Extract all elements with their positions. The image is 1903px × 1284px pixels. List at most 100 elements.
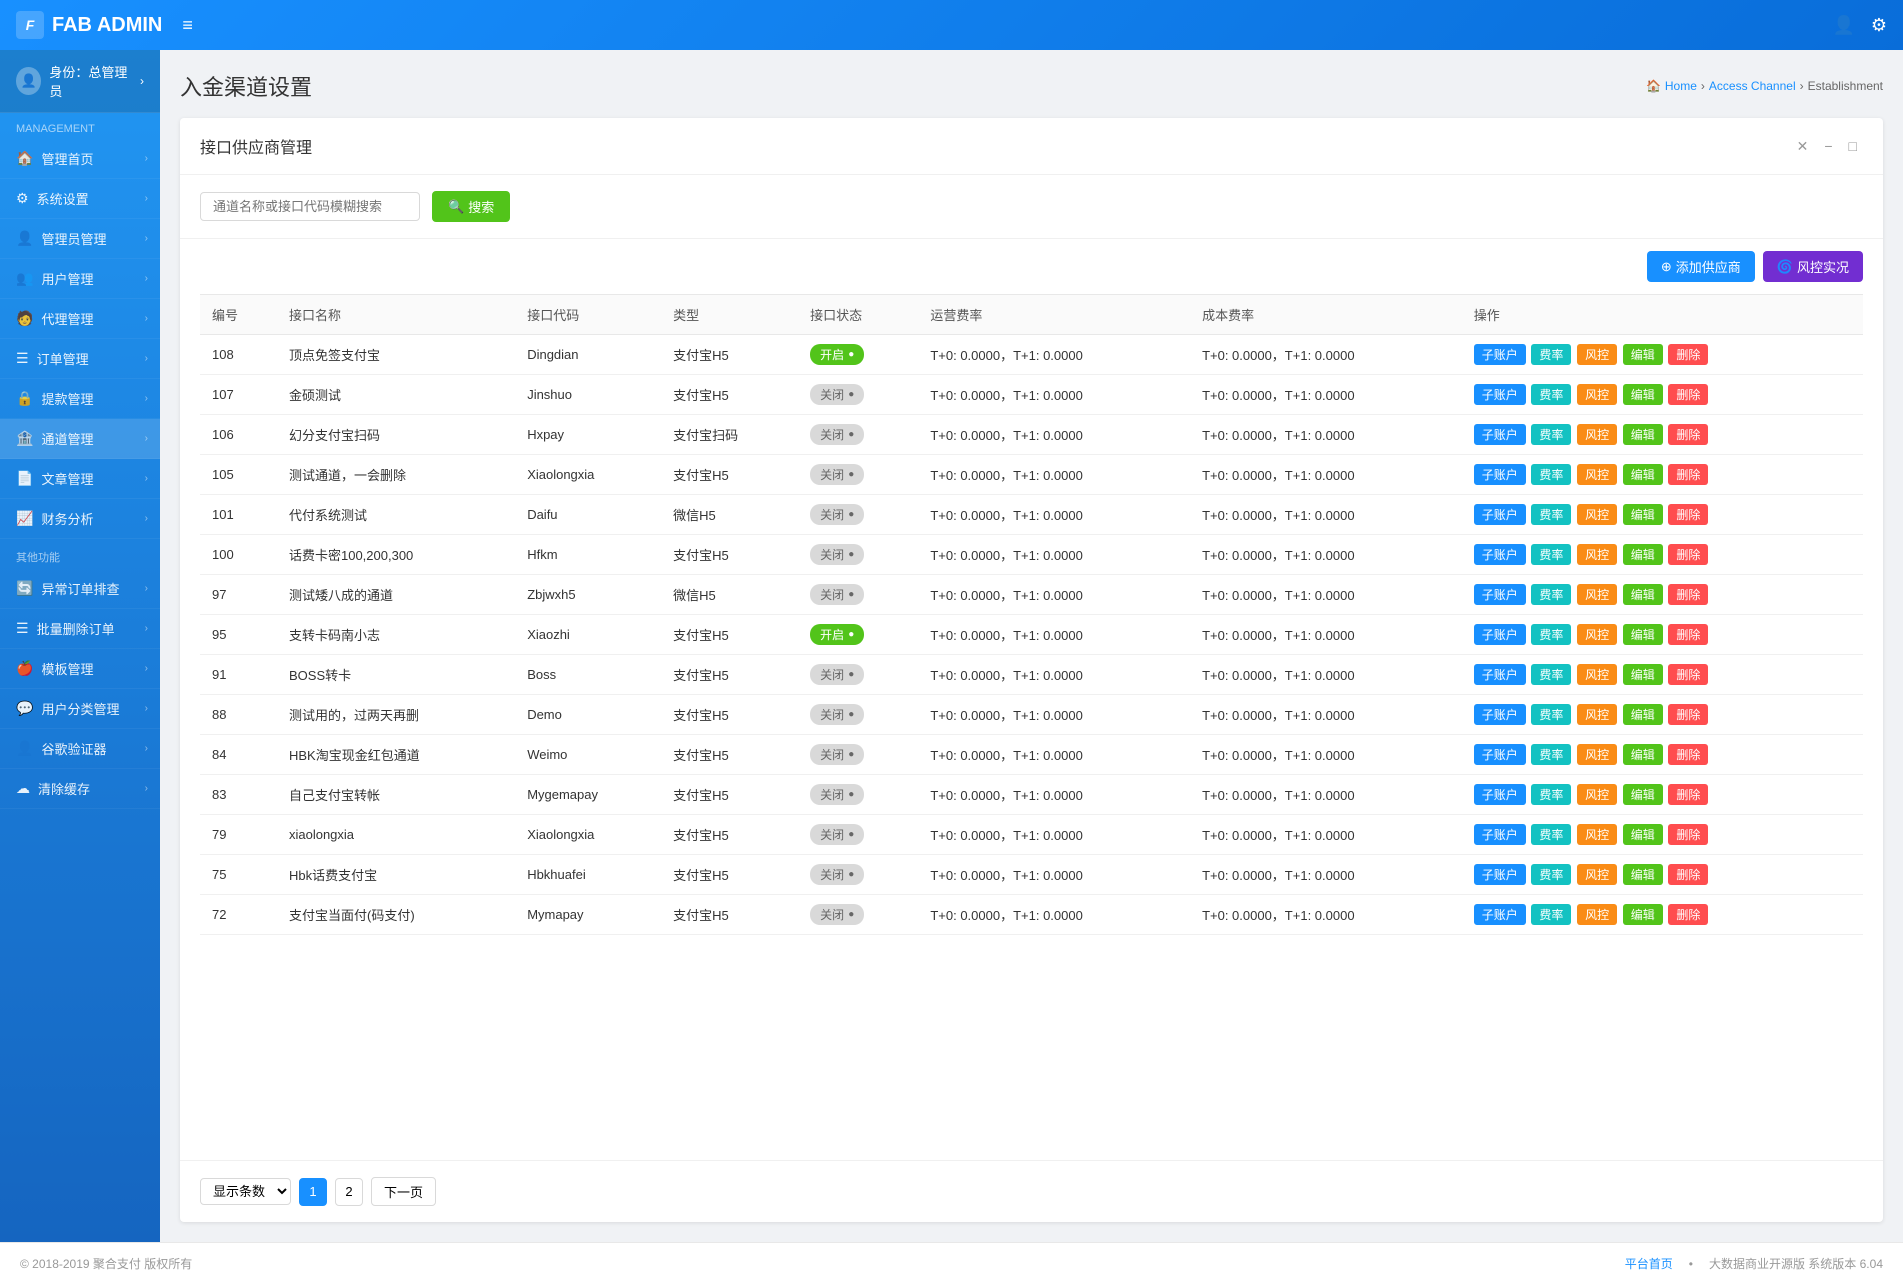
edit-button[interactable]: 编辑	[1623, 584, 1663, 605]
sidebar-item-users[interactable]: 👥 用户管理 ›	[0, 259, 160, 299]
sidebar-item-admin[interactable]: 👤 管理员管理 ›	[0, 219, 160, 259]
edit-button[interactable]: 编辑	[1623, 704, 1663, 725]
rate-button[interactable]: 费率	[1531, 864, 1571, 885]
search-button[interactable]: 🔍 搜索	[432, 191, 510, 222]
delete-button[interactable]: 删除	[1668, 344, 1708, 365]
add-supplier-button[interactable]: ⊕ 添加供应商	[1647, 251, 1755, 282]
rate-button[interactable]: 费率	[1531, 624, 1571, 645]
sidebar-item-withdraw[interactable]: 🔒 提款管理 ›	[0, 379, 160, 419]
edit-button[interactable]: 编辑	[1623, 504, 1663, 525]
sub-account-button[interactable]: 子账户	[1474, 704, 1526, 725]
sidebar-item-system[interactable]: ⚙ 系统设置 ›	[0, 179, 160, 219]
risk-monitor-button[interactable]: 🌀 风控实况	[1763, 251, 1863, 282]
rate-button[interactable]: 费率	[1531, 584, 1571, 605]
edit-button[interactable]: 编辑	[1623, 864, 1663, 885]
sub-account-button[interactable]: 子账户	[1474, 784, 1526, 805]
risk-button[interactable]: 风控	[1577, 384, 1617, 405]
delete-button[interactable]: 删除	[1668, 784, 1708, 805]
risk-button[interactable]: 风控	[1577, 344, 1617, 365]
sub-account-button[interactable]: 子账户	[1474, 424, 1526, 445]
sub-account-button[interactable]: 子账户	[1474, 384, 1526, 405]
edit-button[interactable]: 编辑	[1623, 344, 1663, 365]
settings-icon[interactable]: ⚙	[1871, 15, 1887, 36]
risk-button[interactable]: 风控	[1577, 504, 1617, 525]
status-off[interactable]: 关闭 ●	[810, 904, 864, 925]
edit-button[interactable]: 编辑	[1623, 384, 1663, 405]
delete-button[interactable]: 删除	[1668, 864, 1708, 885]
risk-button[interactable]: 风控	[1577, 784, 1617, 805]
risk-button[interactable]: 风控	[1577, 824, 1617, 845]
sidebar-item-docs[interactable]: 📄 文章管理 ›	[0, 459, 160, 499]
status-off[interactable]: 关闭 ●	[810, 384, 864, 405]
status-off[interactable]: 关闭 ●	[810, 784, 864, 805]
platform-link[interactable]: 平台首页	[1625, 1255, 1673, 1272]
sub-account-button[interactable]: 子账户	[1474, 744, 1526, 765]
edit-button[interactable]: 编辑	[1623, 664, 1663, 685]
edit-button[interactable]: 编辑	[1623, 744, 1663, 765]
rate-button[interactable]: 费率	[1531, 544, 1571, 565]
card-expand-btn[interactable]: □	[1843, 136, 1863, 157]
delete-button[interactable]: 删除	[1668, 424, 1708, 445]
rate-button[interactable]: 费率	[1531, 704, 1571, 725]
menu-icon[interactable]: ≡	[182, 15, 193, 36]
sub-account-button[interactable]: 子账户	[1474, 584, 1526, 605]
rate-button[interactable]: 费率	[1531, 424, 1571, 445]
sub-account-button[interactable]: 子账户	[1474, 664, 1526, 685]
status-off[interactable]: 关闭 ●	[810, 424, 864, 445]
page-1-button[interactable]: 1	[299, 1178, 327, 1206]
sub-account-button[interactable]: 子账户	[1474, 464, 1526, 485]
sidebar-item-google[interactable]: 👤 谷歌验证器 ›	[0, 729, 160, 769]
risk-button[interactable]: 风控	[1577, 664, 1617, 685]
status-off[interactable]: 关闭 ●	[810, 584, 864, 605]
rate-button[interactable]: 费率	[1531, 504, 1571, 525]
status-off[interactable]: 关闭 ●	[810, 824, 864, 845]
rate-button[interactable]: 费率	[1531, 664, 1571, 685]
rate-button[interactable]: 费率	[1531, 384, 1571, 405]
status-off[interactable]: 关闭 ●	[810, 664, 864, 685]
sidebar-item-orders[interactable]: ☰ 订单管理 ›	[0, 339, 160, 379]
next-page-button[interactable]: 下一页	[371, 1177, 436, 1206]
delete-button[interactable]: 删除	[1668, 624, 1708, 645]
per-page-select[interactable]: 显示条数 10 20 50	[200, 1178, 291, 1205]
rate-button[interactable]: 费率	[1531, 784, 1571, 805]
sub-account-button[interactable]: 子账户	[1474, 624, 1526, 645]
sidebar-item-classify[interactable]: 💬 用户分类管理 ›	[0, 689, 160, 729]
delete-button[interactable]: 删除	[1668, 504, 1708, 525]
risk-button[interactable]: 风控	[1577, 464, 1617, 485]
sidebar-item-home[interactable]: 🏠 管理首页 ›	[0, 139, 160, 179]
sub-account-button[interactable]: 子账户	[1474, 544, 1526, 565]
sub-account-button[interactable]: 子账户	[1474, 864, 1526, 885]
sidebar-item-template[interactable]: 🍎 模板管理 ›	[0, 649, 160, 689]
delete-button[interactable]: 删除	[1668, 824, 1708, 845]
status-off[interactable]: 关闭 ●	[810, 544, 864, 565]
risk-button[interactable]: 风控	[1577, 424, 1617, 445]
rate-button[interactable]: 费率	[1531, 344, 1571, 365]
risk-button[interactable]: 风控	[1577, 744, 1617, 765]
delete-button[interactable]: 删除	[1668, 704, 1708, 725]
breadcrumb-access-channel[interactable]: Access Channel	[1709, 79, 1796, 93]
risk-button[interactable]: 风控	[1577, 864, 1617, 885]
risk-button[interactable]: 风控	[1577, 544, 1617, 565]
sidebar-item-finance[interactable]: 📈 财务分析 ›	[0, 499, 160, 539]
status-off[interactable]: 关闭 ●	[810, 864, 864, 885]
risk-button[interactable]: 风控	[1577, 624, 1617, 645]
card-minimize-btn[interactable]: −	[1818, 136, 1838, 157]
status-off[interactable]: 关闭 ●	[810, 744, 864, 765]
delete-button[interactable]: 删除	[1668, 664, 1708, 685]
edit-button[interactable]: 编辑	[1623, 624, 1663, 645]
status-on[interactable]: 开启 ●	[810, 344, 864, 365]
risk-button[interactable]: 风控	[1577, 584, 1617, 605]
edit-button[interactable]: 编辑	[1623, 544, 1663, 565]
delete-button[interactable]: 删除	[1668, 584, 1708, 605]
delete-button[interactable]: 删除	[1668, 744, 1708, 765]
sidebar-user[interactable]: 👤 身份：总管理员 ›	[0, 50, 160, 113]
risk-button[interactable]: 风控	[1577, 904, 1617, 925]
sub-account-button[interactable]: 子账户	[1474, 904, 1526, 925]
page-2-button[interactable]: 2	[335, 1178, 363, 1206]
card-close-btn[interactable]: ✕	[1791, 136, 1815, 157]
edit-button[interactable]: 编辑	[1623, 464, 1663, 485]
edit-button[interactable]: 编辑	[1623, 904, 1663, 925]
delete-button[interactable]: 删除	[1668, 464, 1708, 485]
edit-button[interactable]: 编辑	[1623, 784, 1663, 805]
sub-account-button[interactable]: 子账户	[1474, 504, 1526, 525]
